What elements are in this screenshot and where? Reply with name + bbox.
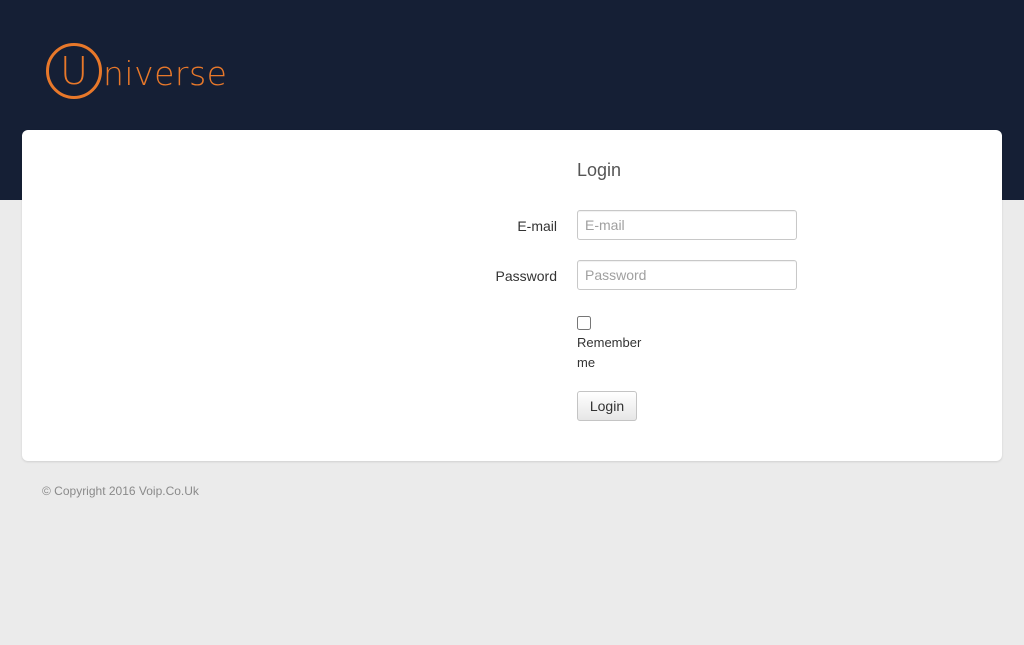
universe-logo: U niverse [46, 39, 227, 103]
logo-circle-icon: U [46, 43, 102, 99]
login-card: Login E-mail Password Remember me Login [22, 130, 1002, 461]
remember-me-checkbox[interactable] [577, 316, 591, 330]
email-field[interactable] [577, 210, 797, 240]
remember-me-label: Remember me [577, 335, 642, 370]
password-field[interactable] [577, 260, 797, 290]
password-label: Password [495, 268, 557, 284]
copyright-text: © Copyright 2016 Voip.Co.Uk [42, 484, 199, 498]
email-label: E-mail [517, 218, 557, 234]
login-button[interactable]: Login [577, 391, 637, 421]
login-title: Login [577, 160, 622, 180]
logo-text: niverse [103, 53, 228, 93]
logo-letter: U [60, 49, 88, 93]
